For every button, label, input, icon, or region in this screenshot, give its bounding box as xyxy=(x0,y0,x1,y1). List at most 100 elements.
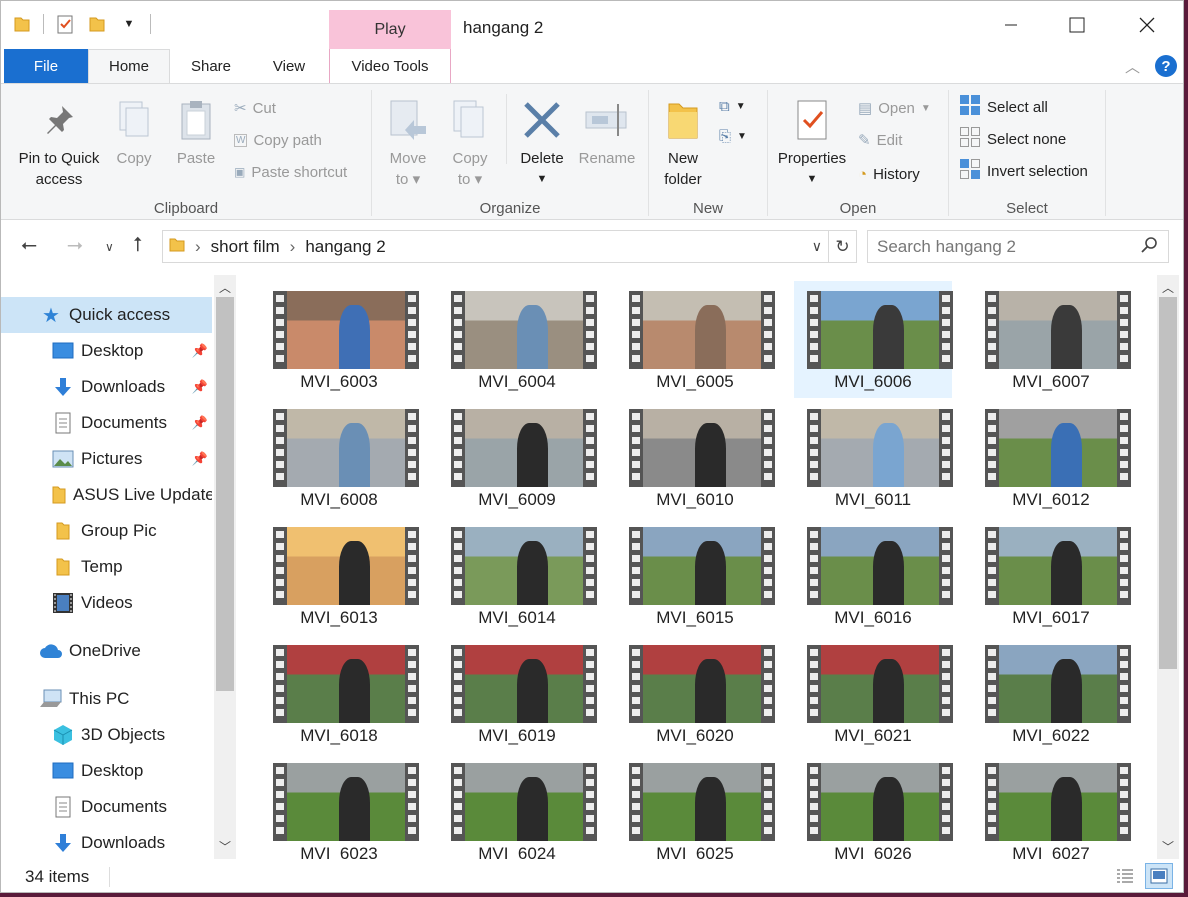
file-item[interactable]: MVI_6010 xyxy=(616,399,775,516)
file-item[interactable]: MVI_6018 xyxy=(260,635,419,752)
scroll-down-arrow-icon[interactable]: ﹀ xyxy=(1157,838,1179,855)
file-item[interactable]: MVI_6003 xyxy=(260,281,419,398)
tab-share[interactable]: Share xyxy=(176,49,246,83)
refresh-icon[interactable]: ↻ xyxy=(828,231,856,262)
pin-to-quick-access-button[interactable]: Pin to Quick access xyxy=(9,94,109,190)
file-item[interactable]: MVI_6014 xyxy=(438,517,597,634)
details-view-icon[interactable] xyxy=(1113,865,1137,887)
file-item[interactable]: MVI_6009 xyxy=(438,399,597,516)
rename-button[interactable]: Rename xyxy=(574,94,640,169)
file-item[interactable]: MVI_6024 xyxy=(438,753,597,859)
large-icons-view-icon[interactable] xyxy=(1145,863,1173,889)
scroll-down-arrow-icon[interactable]: ﹀ xyxy=(214,838,236,855)
properties-dropdown-icon[interactable]: ▼ xyxy=(774,169,850,190)
paste-button[interactable]: Paste xyxy=(171,94,221,169)
move-to-button[interactable]: Move to ▾ xyxy=(380,94,436,190)
file-item[interactable]: MVI_6023 xyxy=(260,753,419,859)
nav-this-pc[interactable]: This PC xyxy=(1,681,212,717)
file-item[interactable]: MVI_6016 xyxy=(794,517,953,634)
nav-group-pic[interactable]: Group Pic xyxy=(1,513,212,549)
edit-button[interactable]: ✎ Edit xyxy=(858,128,902,152)
file-item[interactable]: MVI_6004 xyxy=(438,281,597,398)
scroll-thumb[interactable] xyxy=(1159,297,1177,669)
history-button[interactable]: ◔ History xyxy=(858,162,920,186)
minimize-button[interactable] xyxy=(979,1,1043,49)
pin-icon[interactable]: 📌 xyxy=(192,343,208,359)
easy-access-button[interactable]: ⎘ ▼ xyxy=(719,124,747,148)
file-item[interactable]: MVI_6013 xyxy=(260,517,419,634)
customize-toolbar-dropdown-icon[interactable]: ▼ xyxy=(118,13,140,35)
file-item[interactable]: MVI_6027 xyxy=(972,753,1131,859)
nav-temp[interactable]: Temp xyxy=(1,549,212,585)
close-button[interactable] xyxy=(1115,1,1179,49)
file-item[interactable]: MVI_6005 xyxy=(616,281,775,398)
copy-to-button[interactable]: Copy to ▾ xyxy=(442,94,498,190)
nav-scrollbar[interactable]: ︿ ﹀ xyxy=(214,275,236,859)
breadcrumb-chevron-icon[interactable]: › xyxy=(195,237,201,257)
file-item[interactable]: MVI_6026 xyxy=(794,753,953,859)
properties-icon[interactable] xyxy=(54,13,76,35)
file-item[interactable]: MVI_6025 xyxy=(616,753,775,859)
nav-pc-desktop[interactable]: Desktop xyxy=(1,753,212,789)
file-item[interactable]: MVI_6021 xyxy=(794,635,953,752)
pin-icon[interactable]: 📌 xyxy=(192,451,208,467)
select-all-button[interactable]: Select all xyxy=(959,95,1048,119)
breadcrumb-chevron-icon[interactable]: › xyxy=(290,237,296,257)
nav-asus-live-update[interactable]: ASUS Live Update xyxy=(1,477,212,513)
file-item[interactable]: MVI_6008 xyxy=(260,399,419,516)
properties-button[interactable]: Properties ▼ xyxy=(774,94,850,190)
new-folder-button[interactable]: New folder xyxy=(655,94,711,190)
help-icon[interactable]: ? xyxy=(1155,55,1177,77)
nav-onedrive[interactable]: OneDrive xyxy=(1,633,212,669)
scroll-up-arrow-icon[interactable]: ︿ xyxy=(214,275,236,297)
pin-icon[interactable]: 📌 xyxy=(192,415,208,431)
nav-pc-documents[interactable]: Documents xyxy=(1,789,212,825)
file-item[interactable]: MVI_6022 xyxy=(972,635,1131,752)
nav-3d-objects[interactable]: 3D Objects xyxy=(1,717,212,753)
play-context-tab[interactable]: Play xyxy=(329,10,451,49)
collapse-ribbon-icon[interactable]: ︿ xyxy=(1125,56,1140,77)
file-item[interactable]: MVI_6019 xyxy=(438,635,597,752)
address-dropdown-icon[interactable]: ∨ xyxy=(812,238,822,255)
forward-button[interactable]: ⭢ xyxy=(67,234,83,257)
file-item[interactable]: MVI_6017 xyxy=(972,517,1131,634)
recent-locations-dropdown-icon[interactable]: ∨ xyxy=(105,240,114,254)
file-item[interactable]: MVI_6007 xyxy=(972,281,1131,398)
delete-dropdown-icon[interactable]: ▼ xyxy=(512,169,572,190)
search-input[interactable]: Search hangang 2 xyxy=(867,230,1169,263)
file-item[interactable]: MVI_6006 xyxy=(794,281,953,398)
nav-downloads[interactable]: Downloads 📌 xyxy=(1,369,212,405)
new-item-button[interactable]: ⧉ ▼ xyxy=(719,94,746,118)
cut-button[interactable]: ✂ Cut xyxy=(234,96,276,120)
file-item[interactable]: MVI_6011 xyxy=(794,399,953,516)
nav-desktop[interactable]: Desktop 📌 xyxy=(1,333,212,369)
nav-documents[interactable]: Documents 📌 xyxy=(1,405,212,441)
scroll-up-arrow-icon[interactable]: ︿ xyxy=(1157,275,1179,297)
delete-button[interactable]: Delete ▼ xyxy=(512,94,572,190)
address-box[interactable]: › short film › hangang 2 ∨ ↻ xyxy=(162,230,857,263)
file-item[interactable]: MVI_6015 xyxy=(616,517,775,634)
tab-view[interactable]: View xyxy=(253,49,325,83)
file-item[interactable]: MVI_6012 xyxy=(972,399,1131,516)
new-folder-icon[interactable] xyxy=(86,13,108,35)
tab-video-tools[interactable]: Video Tools xyxy=(329,49,451,83)
breadcrumb-hangang-2[interactable]: hangang 2 xyxy=(305,237,385,257)
search-icon[interactable] xyxy=(1140,236,1158,259)
open-button[interactable]: ▤ Open ▼ xyxy=(858,96,931,120)
pin-icon[interactable]: 📌 xyxy=(192,379,208,395)
content-scrollbar[interactable]: ︿ ﹀ xyxy=(1157,275,1179,859)
tab-home[interactable]: Home xyxy=(88,49,170,83)
back-button[interactable]: ⭠ xyxy=(21,234,37,257)
file-item[interactable]: MVI_6020 xyxy=(616,635,775,752)
nav-quick-access[interactable]: ★ Quick access xyxy=(1,297,212,333)
invert-selection-button[interactable]: Invert selection xyxy=(959,159,1088,183)
maximize-button[interactable] xyxy=(1045,1,1109,49)
breadcrumb-short-film[interactable]: short film xyxy=(211,237,280,257)
scroll-thumb[interactable] xyxy=(216,297,234,691)
nav-pc-downloads[interactable]: Downloads xyxy=(1,825,212,861)
tab-file[interactable]: File xyxy=(4,49,88,83)
copy-path-button[interactable]: W Copy path xyxy=(234,128,322,152)
nav-videos[interactable]: Videos xyxy=(1,585,212,621)
copy-button[interactable]: Copy xyxy=(109,94,159,169)
nav-pictures[interactable]: Pictures 📌 xyxy=(1,441,212,477)
